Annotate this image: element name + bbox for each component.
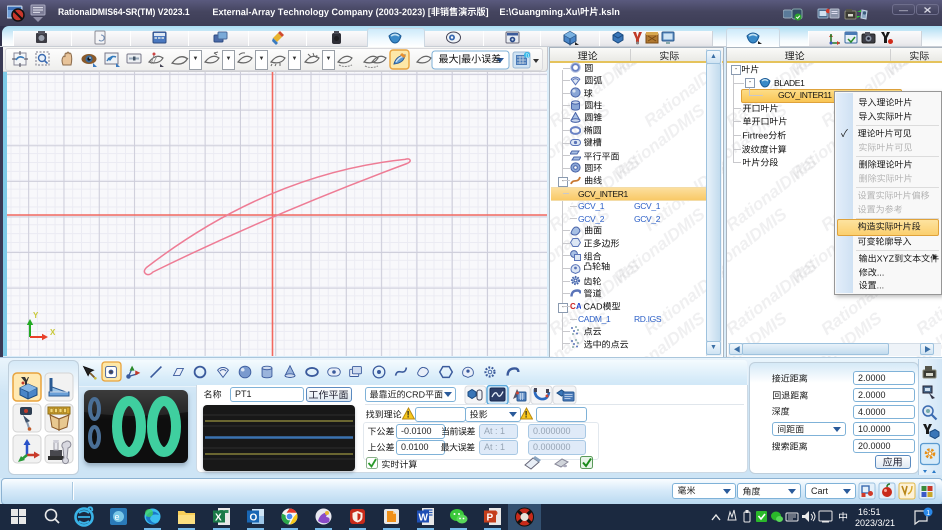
svg-text:e: e [115,512,120,522]
svg-text:!: ! [407,410,410,420]
svg-text:Y: Y [33,311,39,320]
svg-text:X: X [215,513,222,524]
svg-text:16:51: 16:51 [858,507,881,517]
svg-text:2023/3/21: 2023/3/21 [855,518,895,528]
svg-text:1: 1 [926,510,930,517]
svg-text:O: O [250,513,258,524]
svg-text:P: P [487,513,494,524]
svg-text:W: W [419,513,429,524]
svg-text:X: X [50,328,56,337]
svg-text:D: D [526,54,530,60]
svg-text:A: A [576,302,581,311]
svg-text:!: ! [525,410,528,420]
